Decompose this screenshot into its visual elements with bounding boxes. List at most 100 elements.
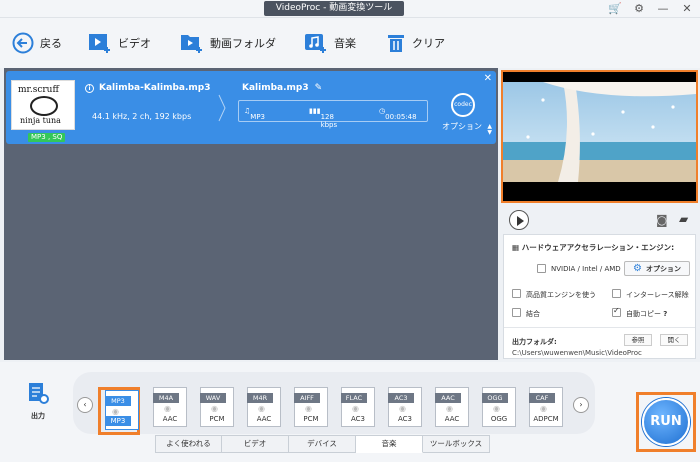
output-settings-icon[interactable] bbox=[27, 382, 49, 404]
output-path: C:\Users\wuwenwen\Music\VideoProc bbox=[512, 349, 642, 357]
output-folder-label: 出力フォルダ: bbox=[512, 338, 557, 346]
scroll-left-button[interactable]: ‹ bbox=[77, 397, 93, 413]
format-name: M4R bbox=[247, 393, 273, 403]
folder-icon[interactable]: ▰ bbox=[679, 212, 688, 226]
close-icon[interactable]: ✕ bbox=[484, 73, 492, 84]
open-folder-button[interactable]: 開く bbox=[660, 334, 688, 346]
title-bar: VideoProc - 動画変換ツール 🛒 ⚙ — ✕ bbox=[0, 0, 700, 18]
format-codec: ADPCM bbox=[533, 415, 559, 423]
disc-icon: ◉ bbox=[493, 404, 500, 413]
video-label: ビデオ bbox=[118, 37, 151, 50]
hw-option-button[interactable]: ⚙ オプション bbox=[624, 261, 690, 276]
merge-checkbox[interactable] bbox=[512, 308, 521, 317]
clear-button[interactable]: クリア bbox=[386, 29, 445, 57]
hq-engine-label: 高品質エンジンを使う bbox=[526, 291, 596, 299]
chevron-right-icon bbox=[218, 94, 226, 122]
music-add-icon bbox=[305, 34, 326, 53]
reorder-icon[interactable]: ▲ ▼ bbox=[487, 124, 492, 136]
gear-icon[interactable]: ⚙ bbox=[632, 2, 646, 16]
format-item-mp3[interactable]: MP3 ◉ MP3 bbox=[98, 387, 140, 435]
deinterlace-checkbox[interactable] bbox=[612, 289, 621, 298]
merge-label: 結合 bbox=[526, 310, 540, 318]
scroll-right-button[interactable]: › bbox=[573, 397, 589, 413]
tab-device[interactable]: デバイス bbox=[289, 435, 356, 453]
format-codec: AAC bbox=[444, 415, 460, 423]
tab-popular[interactable]: よく使われる bbox=[155, 435, 222, 453]
trash-icon bbox=[388, 35, 404, 52]
bottom-panel: 出力 ‹ › MP3 ◉ MP3 M4A ◉ AAC WAV ◉ PCM M4R… bbox=[0, 362, 700, 462]
camera-icon[interactable]: ◙ bbox=[656, 213, 668, 227]
video-add-icon bbox=[89, 34, 110, 53]
hq-engine-checkbox[interactable] bbox=[512, 289, 521, 298]
codec-option-label[interactable]: オプション bbox=[442, 121, 482, 132]
cart-icon[interactable]: 🛒 bbox=[608, 2, 622, 16]
help-icon: ? bbox=[663, 310, 668, 318]
auto-copy-checkbox[interactable] bbox=[612, 306, 621, 317]
output-label: 出力 bbox=[31, 412, 45, 420]
clear-label: クリア bbox=[412, 37, 445, 50]
add-video-folder-button[interactable]: 動画フォルダ bbox=[180, 29, 276, 57]
minimize-button[interactable]: — bbox=[656, 2, 670, 16]
hw-accel-title: ▦ ハードウェアアクセラレーション・エンジン: bbox=[512, 243, 675, 252]
play-button[interactable] bbox=[509, 210, 529, 230]
window-title: VideoProc - 動画変換ツール bbox=[264, 1, 404, 16]
run-highlight: RUN bbox=[636, 392, 696, 452]
player-controls: ◙ ▰ bbox=[501, 208, 698, 234]
format-strip: ‹ › MP3 ◉ MP3 M4A ◉ AAC WAV ◉ PCM M4R ◉ … bbox=[73, 372, 595, 435]
edit-pencil-icon[interactable]: ✎ bbox=[315, 83, 323, 93]
gear-icon: ⚙ bbox=[633, 263, 642, 274]
back-label: 戻る bbox=[40, 37, 62, 50]
format-item-flac[interactable]: FLAC ◉ AC3 bbox=[337, 387, 379, 435]
format-codec: MP3 bbox=[105, 416, 131, 426]
preview-image bbox=[503, 82, 696, 182]
add-video-button[interactable]: ビデオ bbox=[88, 29, 151, 57]
run-button[interactable]: RUN bbox=[642, 398, 690, 446]
disc-icon: ◉ bbox=[112, 407, 119, 416]
info-icon[interactable]: i bbox=[85, 83, 94, 93]
format-codec: OGG bbox=[490, 415, 508, 423]
source-meta: 44.1 kHz, 2 ch, 192 kbps bbox=[92, 112, 192, 121]
format-codec: AC3 bbox=[397, 415, 412, 423]
category-tabs: よく使われる ビデオ デバイス 音楽 ツールボックス bbox=[155, 435, 490, 453]
format-name: WAV bbox=[200, 393, 226, 403]
format-item-ogg[interactable]: OGG ◉ OGG bbox=[478, 387, 520, 435]
format-item-ac3[interactable]: AC3 ◉ AC3 bbox=[384, 387, 426, 435]
output-file: Kalimba.mp3 ✎ bbox=[242, 83, 322, 93]
format-name: OGG bbox=[482, 393, 508, 403]
format-name: MP3 bbox=[105, 396, 131, 406]
format-item-caf[interactable]: CAF ◉ ADPCM bbox=[525, 387, 567, 435]
video-folder-label: 動画フォルダ bbox=[210, 37, 276, 50]
hw-option-label: オプション bbox=[645, 265, 681, 273]
disc-icon: ◉ bbox=[164, 404, 171, 413]
divider bbox=[504, 327, 695, 328]
hw-vendor-checkbox[interactable] bbox=[537, 264, 546, 273]
format-name: CAF bbox=[529, 393, 555, 403]
format-item-m4a[interactable]: M4A ◉ AAC bbox=[149, 387, 191, 435]
source-filename: Kalimba-Kalimba.mp3 bbox=[99, 83, 211, 93]
output-info-box: ♫ MP3 ▮▮▮ 128 kbps ◷ 00:05:48 bbox=[238, 100, 428, 129]
codec-option-button[interactable]: codec bbox=[451, 93, 475, 117]
format-name: AIFF bbox=[294, 393, 320, 403]
output-filename: Kalimba.mp3 bbox=[242, 83, 309, 93]
close-button[interactable]: ✕ bbox=[680, 2, 694, 16]
back-arrow-icon bbox=[12, 32, 34, 54]
format-item-aac[interactable]: AAC ◉ AAC bbox=[431, 387, 473, 435]
format-name: AAC bbox=[435, 393, 461, 403]
back-button[interactable]: 戻る bbox=[12, 29, 62, 57]
add-music-button[interactable]: 音楽 bbox=[304, 29, 356, 57]
file-item[interactable]: mr.scruff ninja tuna MP3 , SQ i Kalimba-… bbox=[6, 71, 496, 144]
folder-add-icon bbox=[181, 35, 202, 53]
format-item-aiff[interactable]: AIFF ◉ PCM bbox=[290, 387, 332, 435]
disc-icon: ◉ bbox=[305, 404, 312, 413]
format-name: AC3 bbox=[388, 393, 414, 403]
preview-window[interactable] bbox=[501, 70, 698, 203]
format-name: FLAC bbox=[341, 393, 367, 403]
format-name: M4A bbox=[153, 393, 179, 403]
tab-video[interactable]: ビデオ bbox=[222, 435, 289, 453]
thumb-text-bottom: ninja tuna bbox=[20, 116, 61, 125]
tab-toolbox[interactable]: ツールボックス bbox=[423, 435, 490, 453]
format-item-wav[interactable]: WAV ◉ PCM bbox=[196, 387, 238, 435]
browse-button[interactable]: 参照 bbox=[624, 334, 652, 346]
tab-music[interactable]: 音楽 bbox=[356, 435, 423, 453]
format-item-m4r[interactable]: M4R ◉ AAC bbox=[243, 387, 285, 435]
